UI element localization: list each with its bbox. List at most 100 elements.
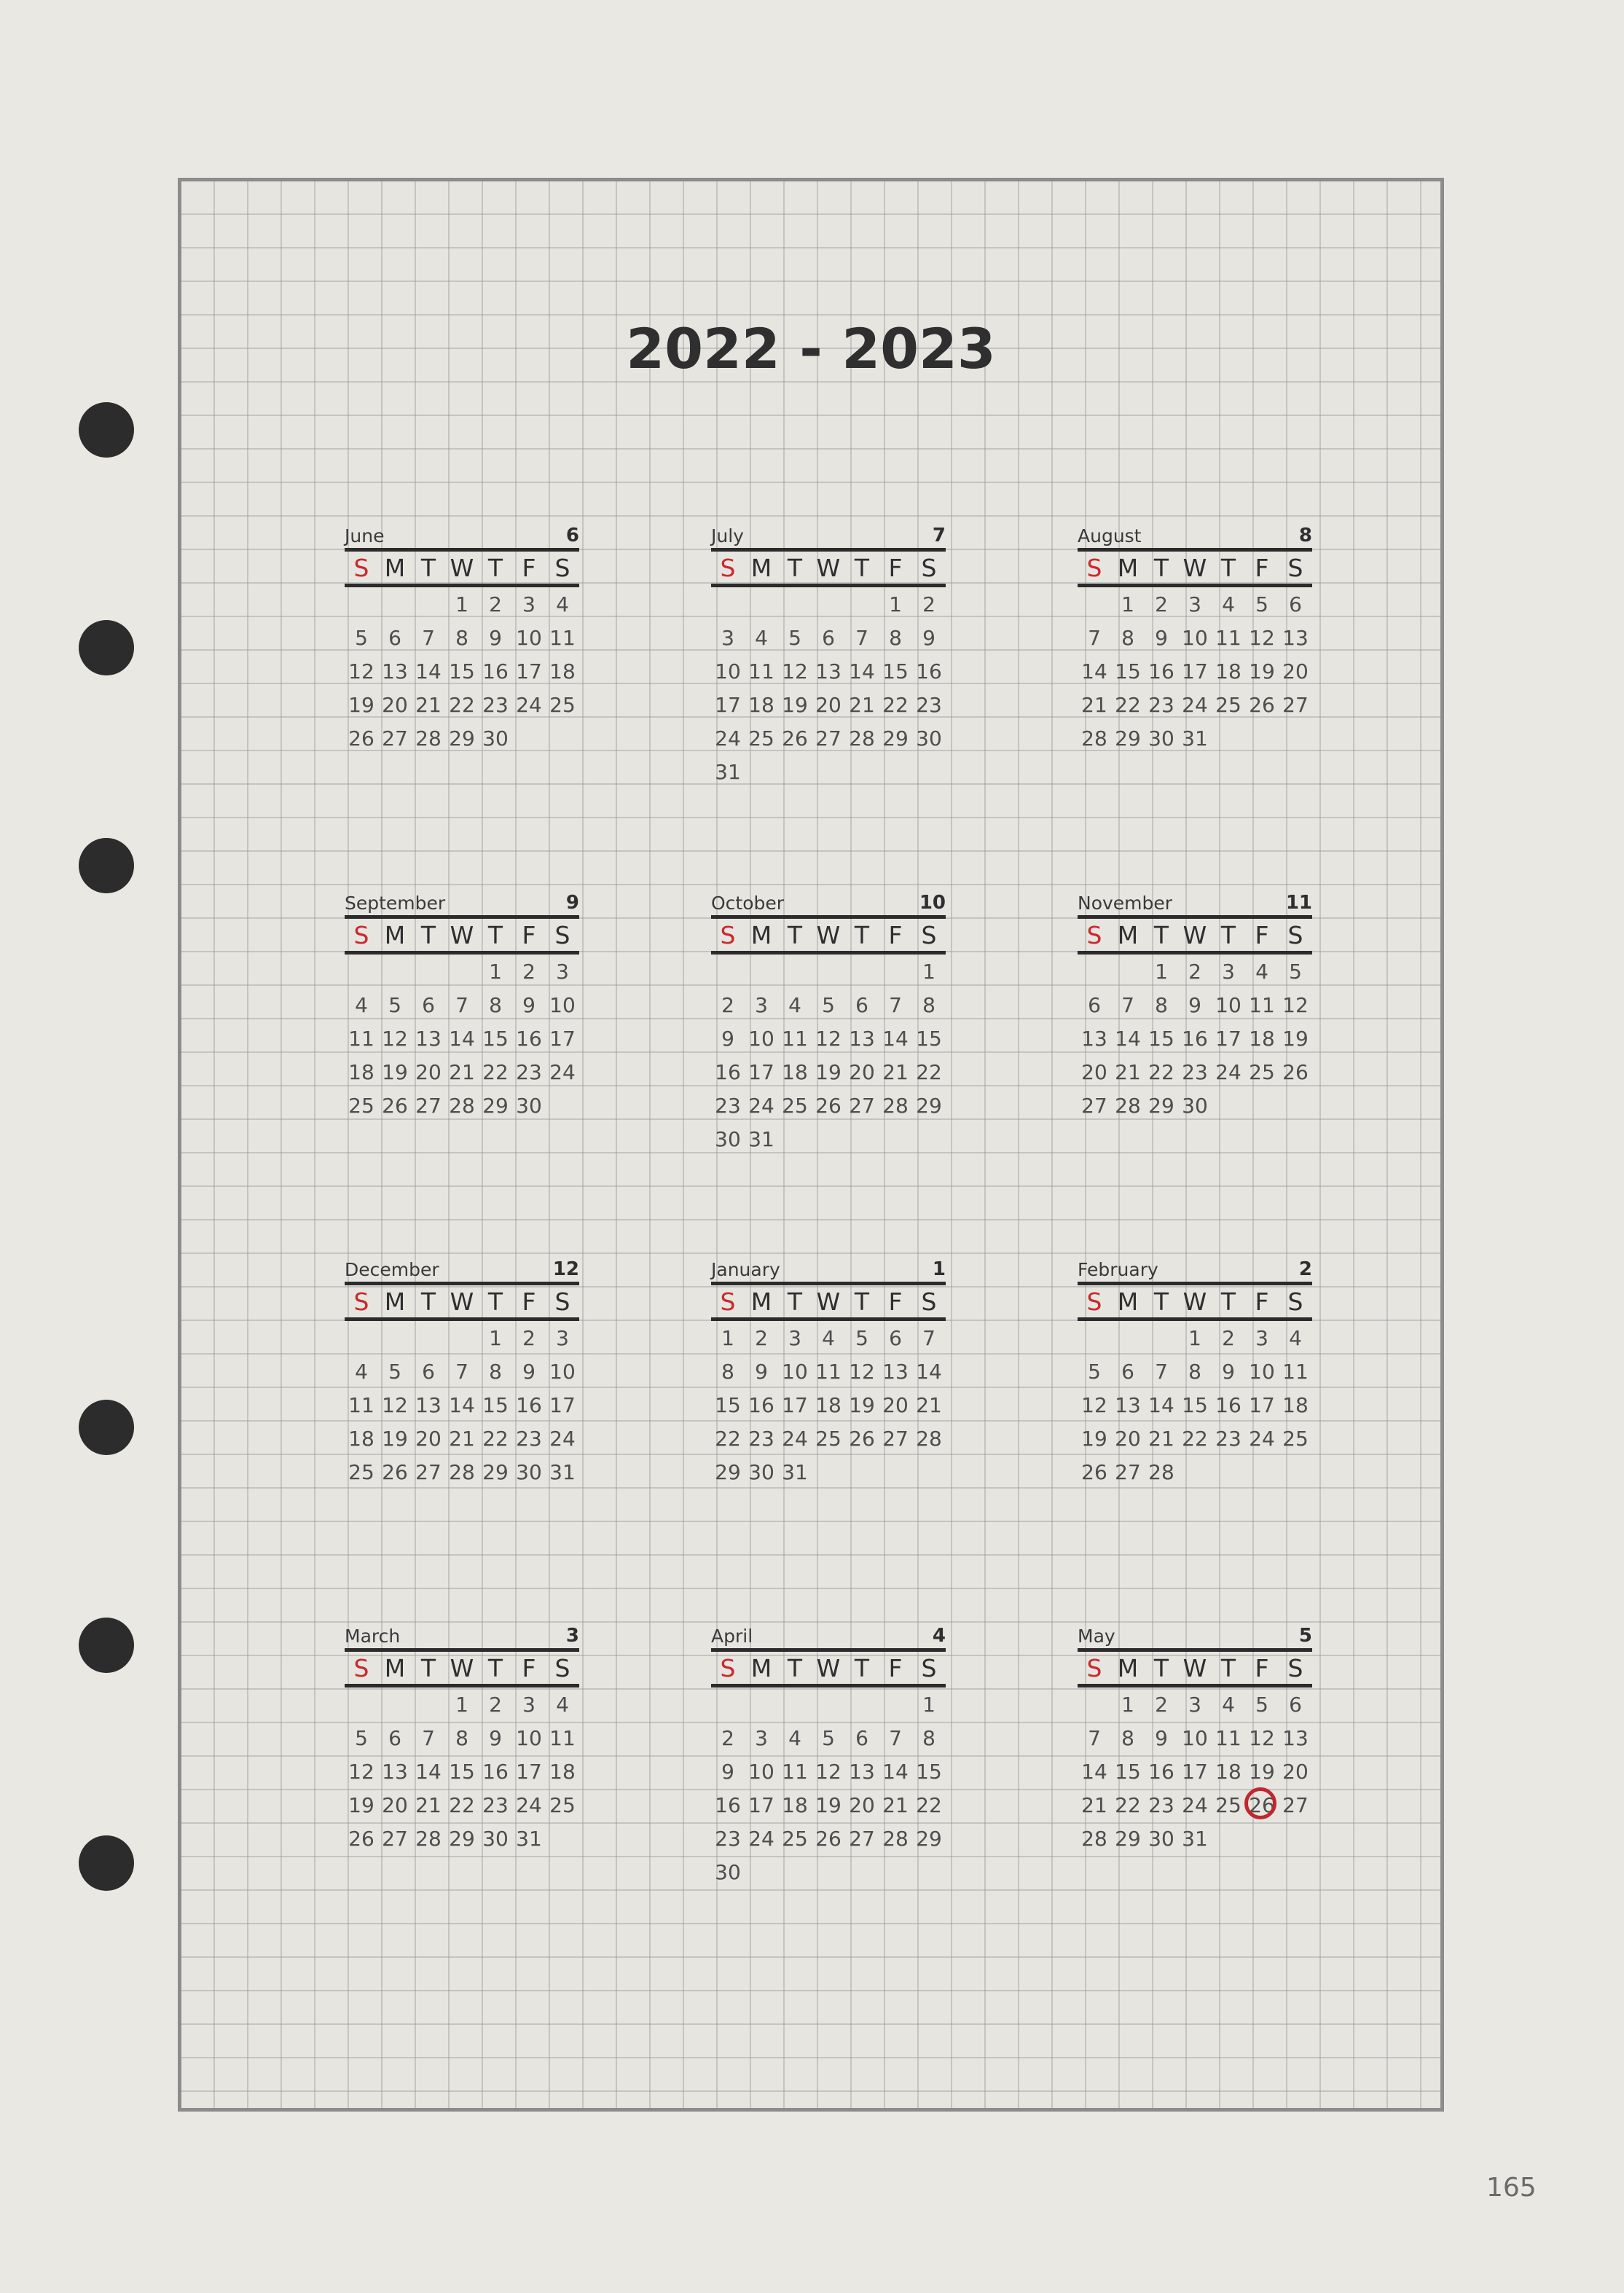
weekday-label: S [1287,920,1303,949]
month-name: June [345,525,385,546]
empty-day [412,1688,445,1721]
day-cell: 30 [1148,726,1174,750]
day-cell: 17 [516,1759,542,1784]
month-november: November 11 S M T W T F S 1 2 3 4 5 6 7 8 9 10 11 12 13 14 15 16… [1078,883,1312,1122]
weekday-label: W [1182,1653,1207,1682]
day-cell: 14 [882,1026,909,1051]
day-cell: 6 [1289,1692,1302,1717]
day-cell: 15 [449,1759,475,1784]
day-cell: 12 [1249,1725,1275,1750]
weekday-label: S [353,1653,369,1682]
weekday-label: S [554,553,570,582]
day-cell: 27 [415,1093,442,1118]
day-cell: 8 [489,1359,502,1384]
day-cell: 9 [489,1725,502,1750]
day-cell: 25 [782,1826,808,1851]
day-cell: 18 [1282,1392,1309,1417]
day-cell: 17 [748,1059,774,1084]
binder-hole [79,1835,134,1891]
day-cell: 10 [1215,992,1241,1017]
day-cell: 28 [415,1826,442,1851]
day-cell: 20 [1081,1059,1107,1084]
empty-day [845,1688,879,1721]
empty-day [845,955,879,988]
empty-day [445,955,479,988]
empty-day [812,1688,845,1721]
day-cell: 28 [1081,1826,1107,1851]
day-cell: 24 [782,1426,808,1451]
day-cell: 19 [815,1792,842,1817]
day-cell: 11 [549,1725,576,1750]
weekday-header: SMTWTFS [345,915,579,955]
month-number: 4 [932,1625,946,1647]
month-number: 11 [1285,892,1312,914]
day-cell: 20 [415,1426,442,1451]
empty-day [412,1321,445,1355]
day-cell: 22 [916,1792,942,1817]
day-cell: 3 [1222,959,1235,984]
weekday-label: W [816,920,841,949]
day-cell: 22 [916,1059,942,1084]
weekday-label: F [1255,553,1269,582]
day-cell: 11 [348,1392,374,1417]
binder-hole [79,1400,134,1455]
day-cell: 8 [1188,1359,1201,1384]
day-cell: 29 [482,1459,509,1484]
day-cell: 31 [1182,1826,1208,1851]
day-cell: 2 [721,1725,734,1750]
day-cell: 9 [721,1759,734,1784]
day-cell: 5 [1088,1359,1101,1384]
day-cell: 17 [516,659,542,683]
day-cell: 26 [815,1826,842,1851]
day-cell: 11 [1282,1359,1309,1384]
day-cell: 23 [482,1792,509,1817]
day-cell: 10 [516,625,542,650]
day-cell: 24 [516,1792,542,1817]
day-cell: 14 [449,1026,475,1051]
day-cell: 24 [1182,692,1208,717]
weekday-label: M [384,920,406,949]
day-cell: 9 [489,625,502,650]
day-cell: 9 [1222,1359,1235,1384]
day-cell: 25 [549,692,576,717]
day-cell: 10 [748,1026,774,1051]
day-cell: 4 [788,992,801,1017]
day-cell: 26 [1244,1787,1279,1822]
day-cell: 22 [482,1426,509,1451]
day-cell: 10 [748,1759,774,1784]
empty-day [1078,955,1111,988]
day-cell: 25 [549,1792,576,1817]
day-cell: 25 [1282,1426,1309,1451]
weekday-label: W [450,1287,474,1316]
day-cell: 21 [1115,1059,1141,1084]
day-cell: 30 [482,726,509,750]
day-cell: 19 [782,692,808,717]
weekday-label: T [487,553,503,582]
weekday-label: W [1182,920,1207,949]
binder-hole [79,620,134,675]
empty-day [1078,1688,1111,1721]
day-cell: 9 [1155,1725,1168,1750]
day-cell: 6 [388,625,401,650]
day-cell: 13 [415,1026,442,1051]
day-cell: 28 [449,1093,475,1118]
day-cell: 27 [1115,1459,1141,1484]
day-cell: 4 [788,1725,801,1750]
day-cell: 2 [489,592,502,616]
day-cell: 22 [715,1426,741,1451]
empty-day [378,587,412,621]
month-header: March 3 [345,1616,579,1648]
day-cell: 7 [422,1725,435,1750]
month-june: June 6 S M T W T F S 1 2 3 4 5 6 7 8 9 10 11 12 13 14 15 16 17 18 1… [345,516,579,755]
day-cell: 13 [1282,625,1309,650]
day-cell: 30 [516,1459,542,1484]
day-cell: 10 [1182,1725,1208,1750]
day-cell: 8 [922,992,935,1017]
day-cell: 23 [516,1426,542,1451]
day-cell: 6 [822,625,835,650]
empty-day [711,587,745,621]
day-cell: 12 [1081,1392,1107,1417]
day-cell: 23 [916,692,942,717]
day-cell: 2 [922,592,935,616]
month-january: January 1 S M T W T F S 1 2 3 4 5 6 7 8 9 10 11 12 13 14 15 16 17… [711,1250,946,1489]
